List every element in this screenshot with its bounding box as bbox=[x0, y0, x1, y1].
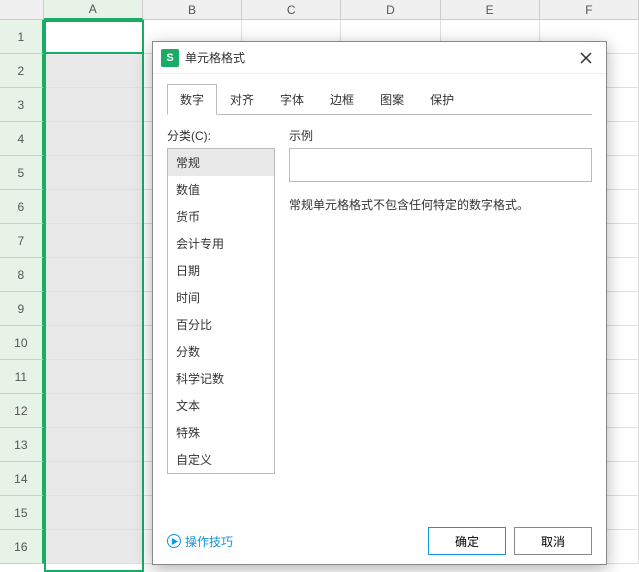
row-header[interactable]: 15 bbox=[0, 496, 44, 530]
row-header[interactable]: 13 bbox=[0, 428, 44, 462]
tab-图案[interactable]: 图案 bbox=[367, 84, 417, 115]
column-header-a[interactable]: A bbox=[44, 0, 143, 20]
row-header[interactable]: 10 bbox=[0, 326, 44, 360]
tips-link[interactable]: 操作技巧 bbox=[167, 533, 233, 550]
tabs: 数字对齐字体边框图案保护 bbox=[153, 74, 606, 115]
select-all-corner[interactable] bbox=[0, 0, 44, 20]
row-header[interactable]: 4 bbox=[0, 122, 44, 156]
row-header[interactable]: 5 bbox=[0, 156, 44, 190]
cell[interactable] bbox=[44, 258, 143, 292]
row-header[interactable]: 12 bbox=[0, 394, 44, 428]
close-button[interactable] bbox=[574, 46, 598, 70]
cell[interactable] bbox=[44, 496, 143, 530]
category-item[interactable]: 日期 bbox=[168, 257, 274, 284]
cell[interactable] bbox=[44, 122, 143, 156]
cell[interactable] bbox=[44, 156, 143, 190]
example-box bbox=[289, 148, 592, 182]
ok-button[interactable]: 确定 bbox=[428, 527, 506, 555]
cell[interactable] bbox=[44, 88, 143, 122]
cell[interactable] bbox=[44, 292, 143, 326]
category-item[interactable]: 数值 bbox=[168, 176, 274, 203]
tab-保护[interactable]: 保护 bbox=[417, 84, 467, 115]
row-header[interactable]: 7 bbox=[0, 224, 44, 258]
cell[interactable] bbox=[44, 462, 143, 496]
category-item[interactable]: 时间 bbox=[168, 284, 274, 311]
row-header[interactable]: 1 bbox=[0, 20, 44, 54]
row-header[interactable]: 8 bbox=[0, 258, 44, 292]
column-header-e[interactable]: E bbox=[441, 0, 540, 20]
format-description: 常规单元格格式不包含任何特定的数字格式。 bbox=[289, 196, 592, 213]
cell[interactable] bbox=[44, 394, 143, 428]
play-icon bbox=[167, 534, 181, 548]
cell[interactable] bbox=[44, 224, 143, 258]
cell-format-dialog: S 单元格格式 数字对齐字体边框图案保护 分类(C): 常规数值货币会计专用日期… bbox=[152, 41, 607, 565]
row-header[interactable]: 11 bbox=[0, 360, 44, 394]
column-header-c[interactable]: C bbox=[242, 0, 341, 20]
tab-对齐[interactable]: 对齐 bbox=[217, 84, 267, 115]
cell[interactable] bbox=[44, 428, 143, 462]
row-header[interactable]: 6 bbox=[0, 190, 44, 224]
tab-字体[interactable]: 字体 bbox=[267, 84, 317, 115]
column-header-d[interactable]: D bbox=[341, 0, 440, 20]
example-label: 示例 bbox=[289, 127, 592, 144]
detail-panel: 示例 常规单元格格式不包含任何特定的数字格式。 bbox=[289, 127, 592, 510]
cell[interactable] bbox=[44, 326, 143, 360]
category-item[interactable]: 常规 bbox=[168, 149, 274, 176]
row-header[interactable]: 3 bbox=[0, 88, 44, 122]
cell[interactable] bbox=[44, 54, 143, 88]
app-icon: S bbox=[161, 49, 179, 67]
category-item[interactable]: 分数 bbox=[168, 338, 274, 365]
category-panel: 分类(C): 常规数值货币会计专用日期时间百分比分数科学记数文本特殊自定义 bbox=[167, 127, 275, 510]
cancel-button[interactable]: 取消 bbox=[514, 527, 592, 555]
category-item[interactable]: 会计专用 bbox=[168, 230, 274, 257]
row-header[interactable]: 2 bbox=[0, 54, 44, 88]
cell[interactable] bbox=[44, 530, 143, 564]
cell[interactable] bbox=[44, 190, 143, 224]
category-label: 分类(C): bbox=[167, 127, 275, 144]
category-item[interactable]: 科学记数 bbox=[168, 365, 274, 392]
category-item[interactable]: 自定义 bbox=[168, 446, 274, 473]
dialog-titlebar: S 单元格格式 bbox=[153, 42, 606, 74]
tab-边框[interactable]: 边框 bbox=[317, 84, 367, 115]
row-header[interactable]: 14 bbox=[0, 462, 44, 496]
dialog-content: 分类(C): 常规数值货币会计专用日期时间百分比分数科学记数文本特殊自定义 示例… bbox=[153, 115, 606, 518]
dialog-title: 单元格格式 bbox=[185, 49, 574, 66]
category-item[interactable]: 文本 bbox=[168, 392, 274, 419]
tips-label: 操作技巧 bbox=[185, 533, 233, 550]
dialog-footer: 操作技巧 确定 取消 bbox=[153, 518, 606, 564]
tab-数字[interactable]: 数字 bbox=[167, 84, 217, 115]
category-item[interactable]: 百分比 bbox=[168, 311, 274, 338]
cell[interactable] bbox=[44, 360, 143, 394]
close-icon bbox=[580, 52, 592, 64]
category-item[interactable]: 货币 bbox=[168, 203, 274, 230]
row-header[interactable]: 16 bbox=[0, 530, 44, 564]
category-item[interactable]: 特殊 bbox=[168, 419, 274, 446]
category-list[interactable]: 常规数值货币会计专用日期时间百分比分数科学记数文本特殊自定义 bbox=[167, 148, 275, 474]
cell[interactable] bbox=[44, 20, 143, 54]
column-headers-row: A B C D E F bbox=[0, 0, 639, 20]
column-header-f[interactable]: F bbox=[540, 0, 639, 20]
column-header-b[interactable]: B bbox=[143, 0, 242, 20]
row-header[interactable]: 9 bbox=[0, 292, 44, 326]
